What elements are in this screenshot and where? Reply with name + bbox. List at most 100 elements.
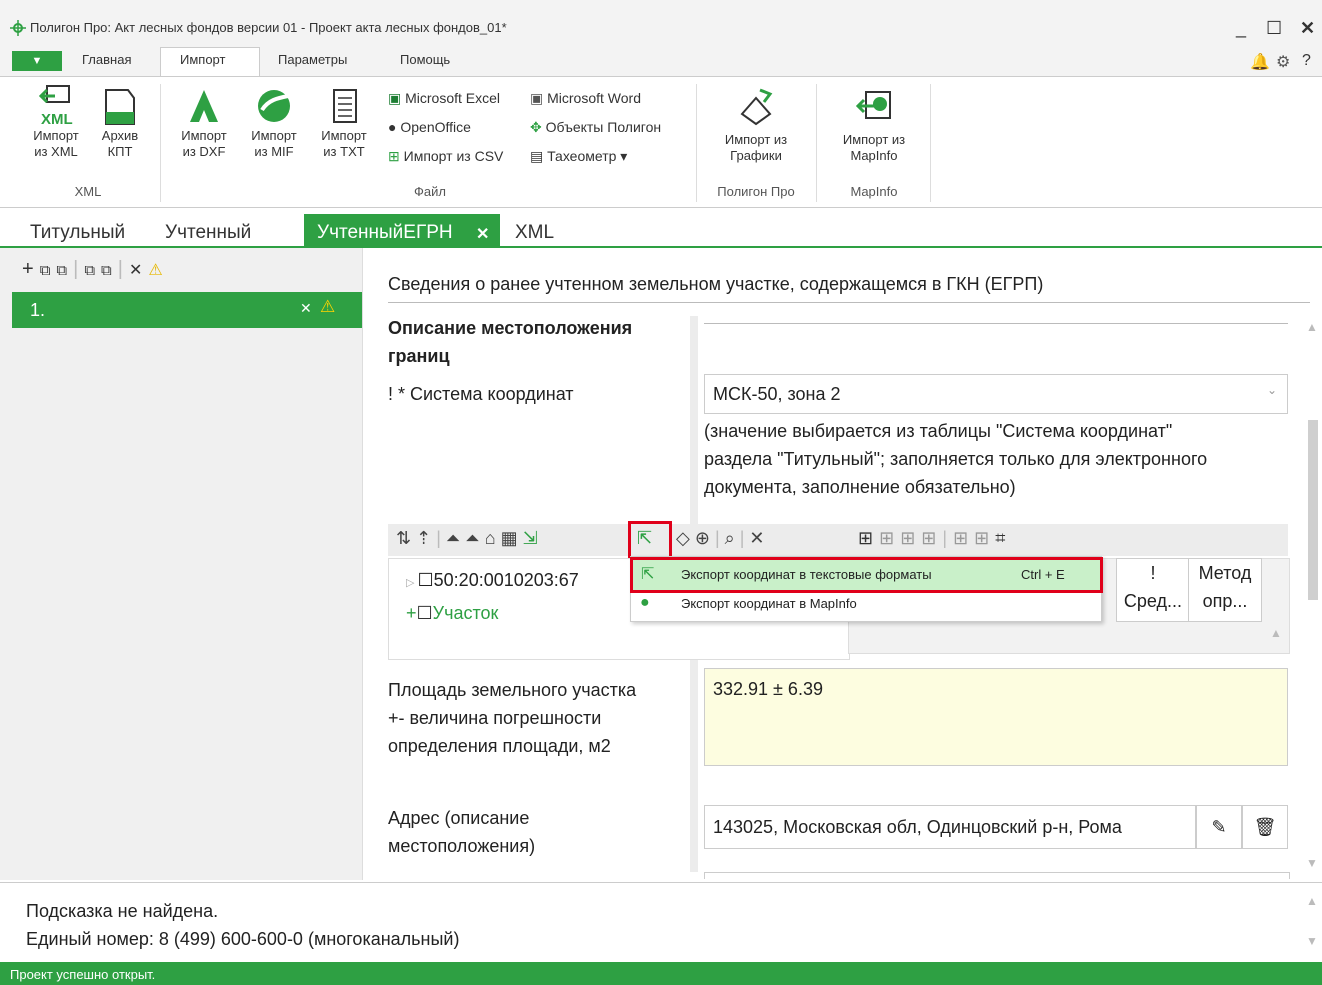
coords-toolbar-icons: ⇅⇡|⏶⏶⌂▦⇲ <box>396 528 543 549</box>
import-mif-label-2: из MIF <box>254 144 294 159</box>
doc-tab-close-icon[interactable]: ✕ <box>476 224 489 244</box>
doc-tab-registered[interactable]: Учтенный <box>165 222 251 244</box>
maximize-button[interactable]: ☐ <box>1266 18 1282 39</box>
checkbox-icon[interactable]: ☐ <box>418 570 434 590</box>
import-dxf-button[interactable]: Импорт из DXF <box>172 84 236 160</box>
menu-item-export-mapinfo[interactable]: ● Экспорт координат в MapInfo <box>630 592 1100 618</box>
app-menu-button[interactable]: ▼ <box>12 51 62 71</box>
scroll-down-icon[interactable]: ▼ <box>1306 856 1318 870</box>
move-down-icon[interactable]: ⧉ <box>101 262 118 279</box>
col-header-method[interactable]: Метод опр... <box>1188 558 1262 622</box>
home-icon[interactable]: ⌂ <box>485 528 501 548</box>
settings-icon[interactable]: ⚙ <box>1276 52 1290 72</box>
import-word-button[interactable]: ▣ Microsoft Word <box>530 90 641 107</box>
ribbon-tab-params[interactable]: Параметры <box>278 52 347 67</box>
import-excel-button[interactable]: ▣ Microsoft Excel <box>388 90 500 107</box>
hint-scroll-up-icon[interactable]: ▲ <box>1306 894 1318 908</box>
minimize-button[interactable]: _ <box>1236 18 1246 39</box>
toolbar-divider: | <box>117 258 129 280</box>
copy-icon[interactable]: ⧉ <box>56 262 73 279</box>
coord-hint-1: (значение выбирается из таблицы "Система… <box>704 421 1173 441</box>
import-xml-button[interactable]: XML Импорт из XML <box>28 84 84 160</box>
coord-system-select[interactable]: МСК-50, зона 2 ⌄ <box>704 374 1288 414</box>
add-child-icon[interactable]: ⧉ <box>40 262 57 279</box>
help-icon[interactable]: ? <box>1302 52 1311 70</box>
import-graphics-label-2: Графики <box>730 148 782 163</box>
measure-icon[interactable]: ⊕ <box>695 528 715 548</box>
address-label-2: местоположения) <box>388 836 536 856</box>
export-coords-dropdown-button[interactable]: ⇱ <box>628 521 672 559</box>
toolbar-divider: | <box>942 528 954 548</box>
archive-kpt-label-1: Архив <box>101 128 139 143</box>
scroll-up-icon[interactable]: ▲ <box>1306 320 1318 334</box>
ribbon-tab-home[interactable]: Главная <box>82 52 131 67</box>
import-mif-button[interactable]: Импорт из MIF <box>242 84 306 160</box>
dxf-icon <box>190 90 218 122</box>
tree-node[interactable]: ▷ ☐50:20:0010203:67 <box>406 570 579 591</box>
import-mif-label-1: Импорт <box>251 128 297 143</box>
area-label-3: определения площади, м2 <box>388 736 611 756</box>
import-mapinfo-button[interactable]: Импорт из MapInfo <box>822 84 926 164</box>
polygon-objects-icon: ✥ <box>530 119 546 135</box>
group-label-file: Файл <box>414 184 446 199</box>
main-scrollbar-thumb[interactable] <box>1308 420 1318 600</box>
polygon-edit-icon[interactable]: ⏶ <box>446 528 465 548</box>
boundary-heading-2: границ <box>388 346 450 366</box>
excel-icon: ▣ <box>388 90 406 106</box>
grid-scroll-up-icon[interactable]: ▲ <box>1270 626 1282 640</box>
menu-item-export-text[interactable]: ⇱ Экспорт координат в текстовые форматы … <box>630 557 1103 593</box>
close-button[interactable]: ✕ <box>1300 18 1315 39</box>
delete-icon[interactable]: ✕ <box>129 262 148 279</box>
table-icon[interactable]: ⊞ <box>858 528 879 548</box>
coord-hint-3: документа, заполнение обязательно) <box>704 477 1016 497</box>
delete-address-button[interactable]: 🗑 <box>1242 805 1288 849</box>
group-label-polygon: Полигон Про <box>717 184 795 199</box>
sort-icon[interactable]: ⇅ <box>396 528 416 548</box>
doc-tab-title[interactable]: Титульный <box>30 222 125 244</box>
import-polygon-objects-button[interactable]: ✥ Объекты Полигон <box>530 119 661 136</box>
ribbon-tab-import[interactable]: Импорт <box>180 52 225 67</box>
word-icon: ▣ <box>530 90 548 106</box>
import-coords-icon[interactable]: ⇲ <box>523 528 543 548</box>
ribbon-separator <box>696 84 697 202</box>
import-graphics-button[interactable]: Импорт из Графики <box>702 84 810 164</box>
chevron-down-icon: ⌄ <box>1266 383 1277 397</box>
tacheometer-button[interactable]: ▤ Тахеометр ▾ <box>530 148 627 165</box>
delete-row-icon[interactable]: ✕ <box>749 528 769 548</box>
zoom-icon[interactable]: ⌕ <box>725 528 740 548</box>
import-dxf-label-1: Импорт <box>181 128 227 143</box>
add-icon[interactable]: + <box>22 258 40 280</box>
notifications-icon[interactable]: 🔔 <box>1250 52 1270 72</box>
shape-icon[interactable]: ◇ <box>676 528 695 548</box>
tree-node-label: 50:20:0010203:67 <box>433 570 579 590</box>
warning-icon[interactable]: ⚠ <box>148 262 168 279</box>
hint-scroll-down-icon[interactable]: ▼ <box>1306 934 1318 948</box>
list-item-delete-icon[interactable]: ✕ <box>300 300 312 317</box>
polygon-split-icon[interactable]: ⏶ <box>465 528 484 548</box>
area-value: 332.91 ± 6.39 <box>713 679 823 699</box>
expand-icon[interactable]: ▷ <box>406 577 418 589</box>
blocks-icon[interactable]: ▦ <box>501 528 523 548</box>
edit-address-button[interactable]: ✎ <box>1196 805 1242 849</box>
ribbon-separator <box>160 84 161 202</box>
ribbon-tab-help[interactable]: Помощь <box>400 52 450 67</box>
move-up-icon[interactable]: ⧉ <box>84 262 101 279</box>
address-field[interactable]: 143025, Московская обл, Одинцовский р-н,… <box>704 805 1196 849</box>
trash-icon: 🗑 <box>1253 817 1277 837</box>
sort-up-icon[interactable]: ⇡ <box>416 528 436 548</box>
archive-kpt-button[interactable]: Архив КПТ <box>92 84 148 160</box>
import-openoffice-button[interactable]: ● OpenOffice <box>388 119 471 135</box>
import-txt-button[interactable]: Импорт из TXT <box>312 84 376 160</box>
add-parcel-link[interactable]: +☐Участок <box>406 603 498 624</box>
archive-kpt-label-2: КПТ <box>107 144 133 159</box>
coord-hint-2: раздела "Титульный"; заполняется только … <box>704 449 1208 469</box>
fit-icon[interactable]: ⌗ <box>995 528 1011 548</box>
title-bar: Полигон Про: Акт лесных фондов версии 01… <box>0 0 1322 46</box>
import-csv-button[interactable]: ⊞ Импорт из CSV <box>388 148 503 165</box>
doc-tab-egrn[interactable]: УчтенныйЕГРН <box>317 222 453 244</box>
col-header-mark[interactable]: ! Сред... <box>1116 558 1190 622</box>
ribbon-separator <box>930 84 931 202</box>
import-xml-label-1: Импорт <box>33 128 79 143</box>
doc-tab-xml[interactable]: XML <box>515 222 554 244</box>
area-field[interactable]: 332.91 ± 6.39 <box>704 668 1288 766</box>
